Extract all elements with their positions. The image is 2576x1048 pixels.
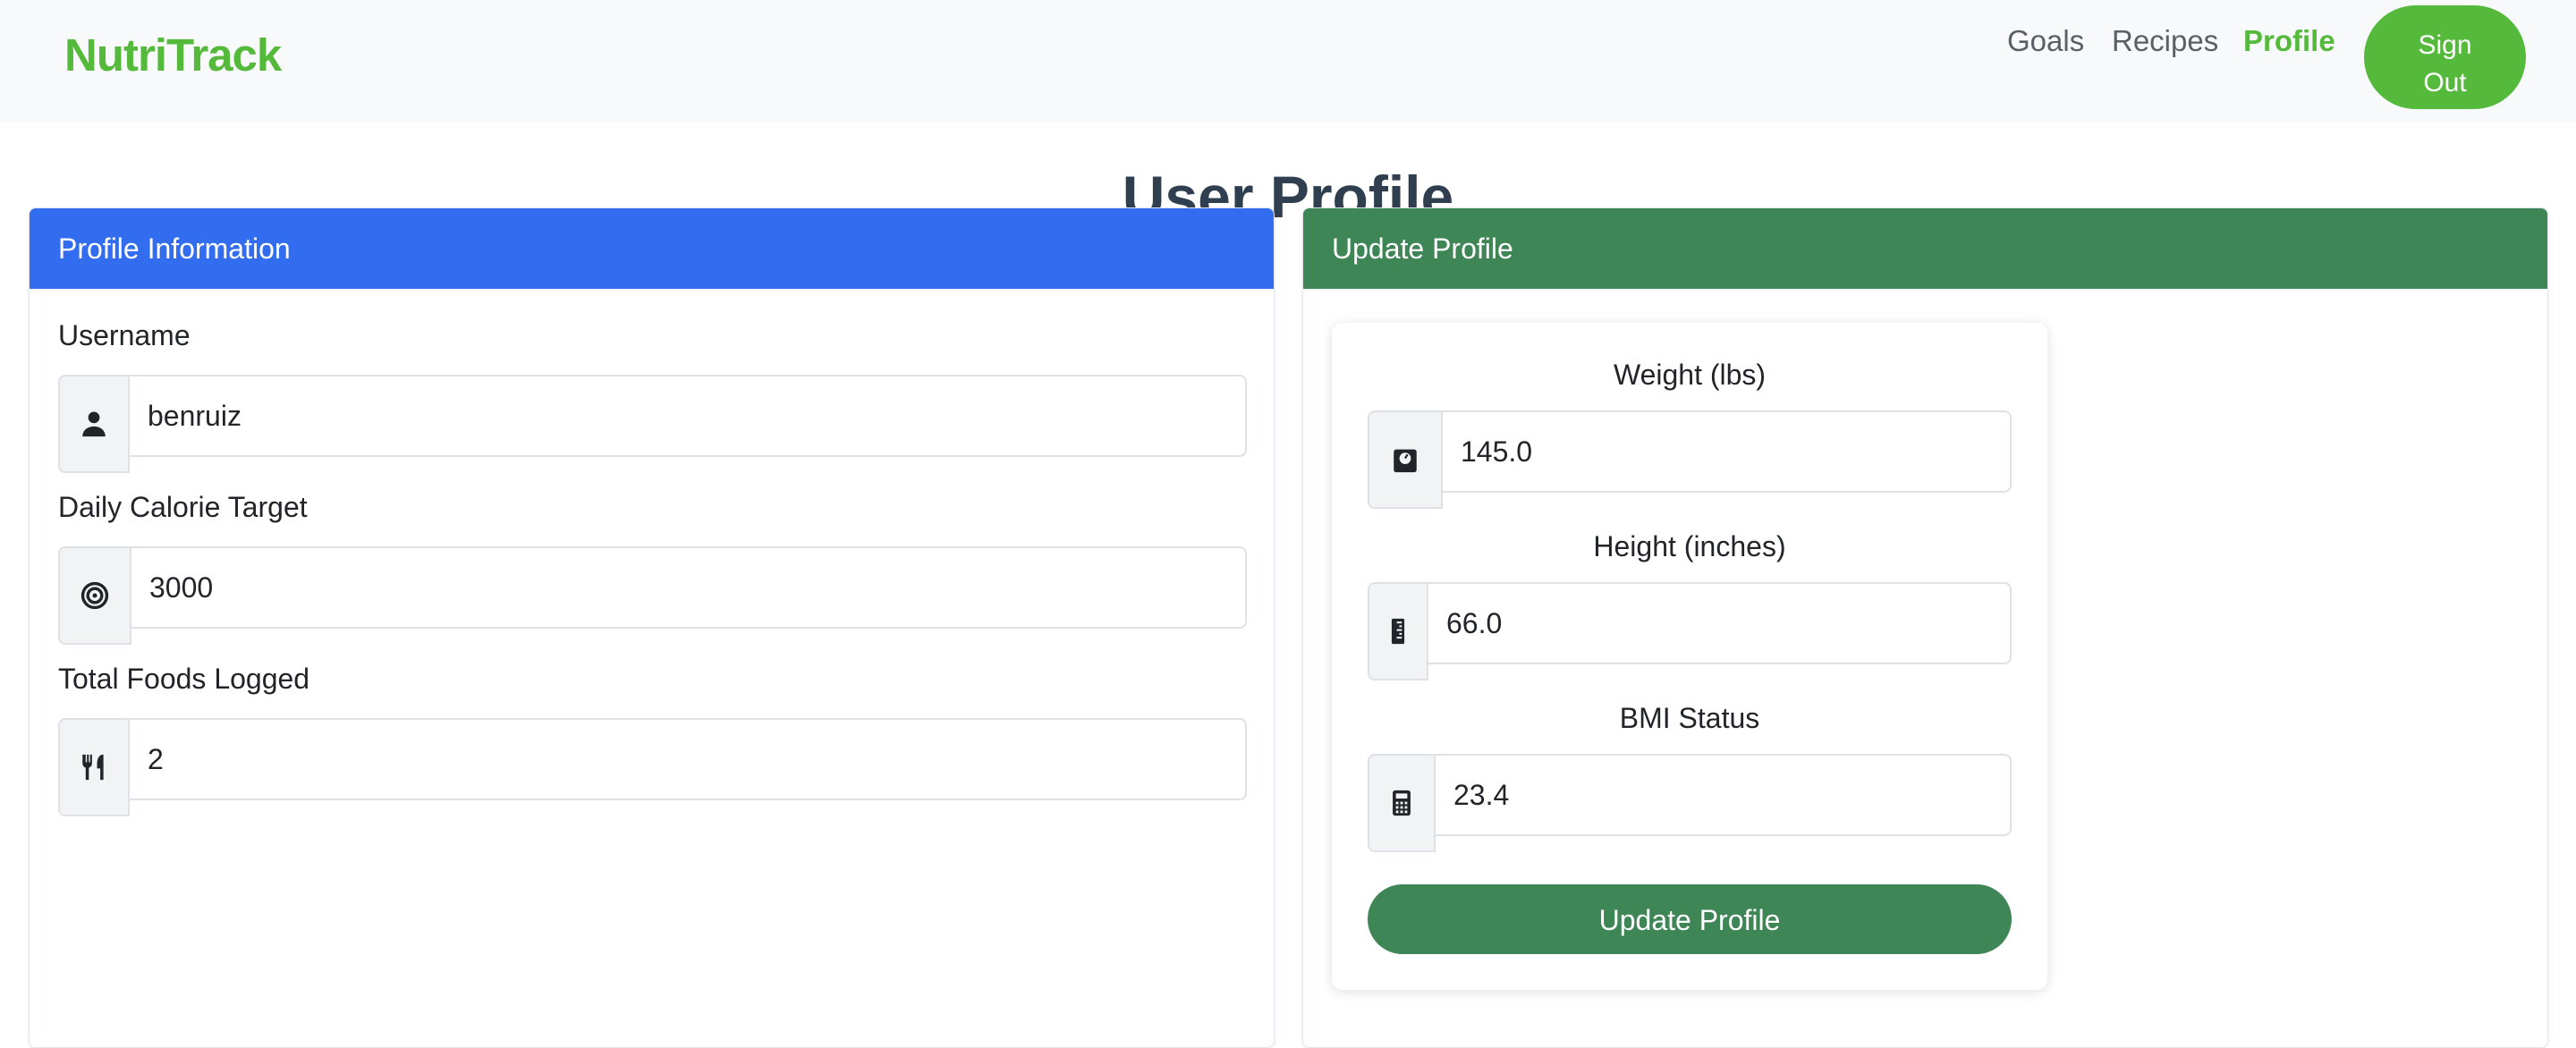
sign-out-button[interactable]: Sign Out (2364, 5, 2526, 109)
bullseye-icon (58, 546, 131, 645)
utensils-icon (58, 718, 130, 816)
update-profile-form: Weight (lbs) Height (inches) BMI Status … (1332, 323, 2047, 990)
username-field[interactable] (130, 375, 1247, 457)
nav-link-goals[interactable]: Goals (2007, 23, 2084, 59)
username-label: Username (58, 319, 191, 351)
weight-scale-icon (1368, 410, 1443, 509)
nav-link-profile[interactable]: Profile (2243, 23, 2335, 59)
sign-out-label-line2: Out (2423, 67, 2467, 97)
ruler-icon (1368, 582, 1428, 680)
sign-out-label-line1: Sign (2418, 30, 2472, 60)
navbar: NutriTrack Goals Recipes Profile Sign Ou… (0, 0, 2576, 123)
daily-calorie-target-label: Daily Calorie Target (58, 491, 308, 523)
daily-calorie-target-field[interactable] (131, 546, 1247, 629)
calorie-input-group (58, 546, 1247, 645)
total-foods-logged-label: Total Foods Logged (58, 663, 310, 695)
user-icon (58, 375, 130, 473)
update-profile-card: Update Profile Weight (lbs) Height (inch… (1302, 207, 2548, 1048)
update-profile-header: Update Profile (1303, 208, 2547, 289)
profile-information-card: Profile Information Username Daily Calor… (29, 207, 1275, 1048)
bmi-input-group (1368, 754, 2012, 852)
profile-information-header: Profile Information (30, 208, 1274, 289)
nav-link-recipes[interactable]: Recipes (2112, 23, 2218, 59)
weight-field[interactable] (1443, 410, 2012, 493)
username-input-group (58, 375, 1247, 473)
calculator-icon (1368, 754, 1436, 852)
brand-logo[interactable]: NutriTrack (64, 29, 282, 81)
bmi-status-field[interactable] (1436, 754, 2012, 836)
update-profile-button[interactable]: Update Profile (1368, 884, 2012, 954)
height-label: Height (inches) (1593, 530, 1786, 562)
total-foods-logged-field[interactable] (130, 718, 1247, 800)
weight-input-group (1368, 410, 2012, 509)
bmi-status-label: BMI Status (1619, 702, 1760, 734)
foods-input-group (58, 718, 1247, 816)
height-input-group (1368, 582, 2012, 680)
height-field[interactable] (1428, 582, 2012, 664)
weight-label: Weight (lbs) (1613, 359, 1767, 391)
